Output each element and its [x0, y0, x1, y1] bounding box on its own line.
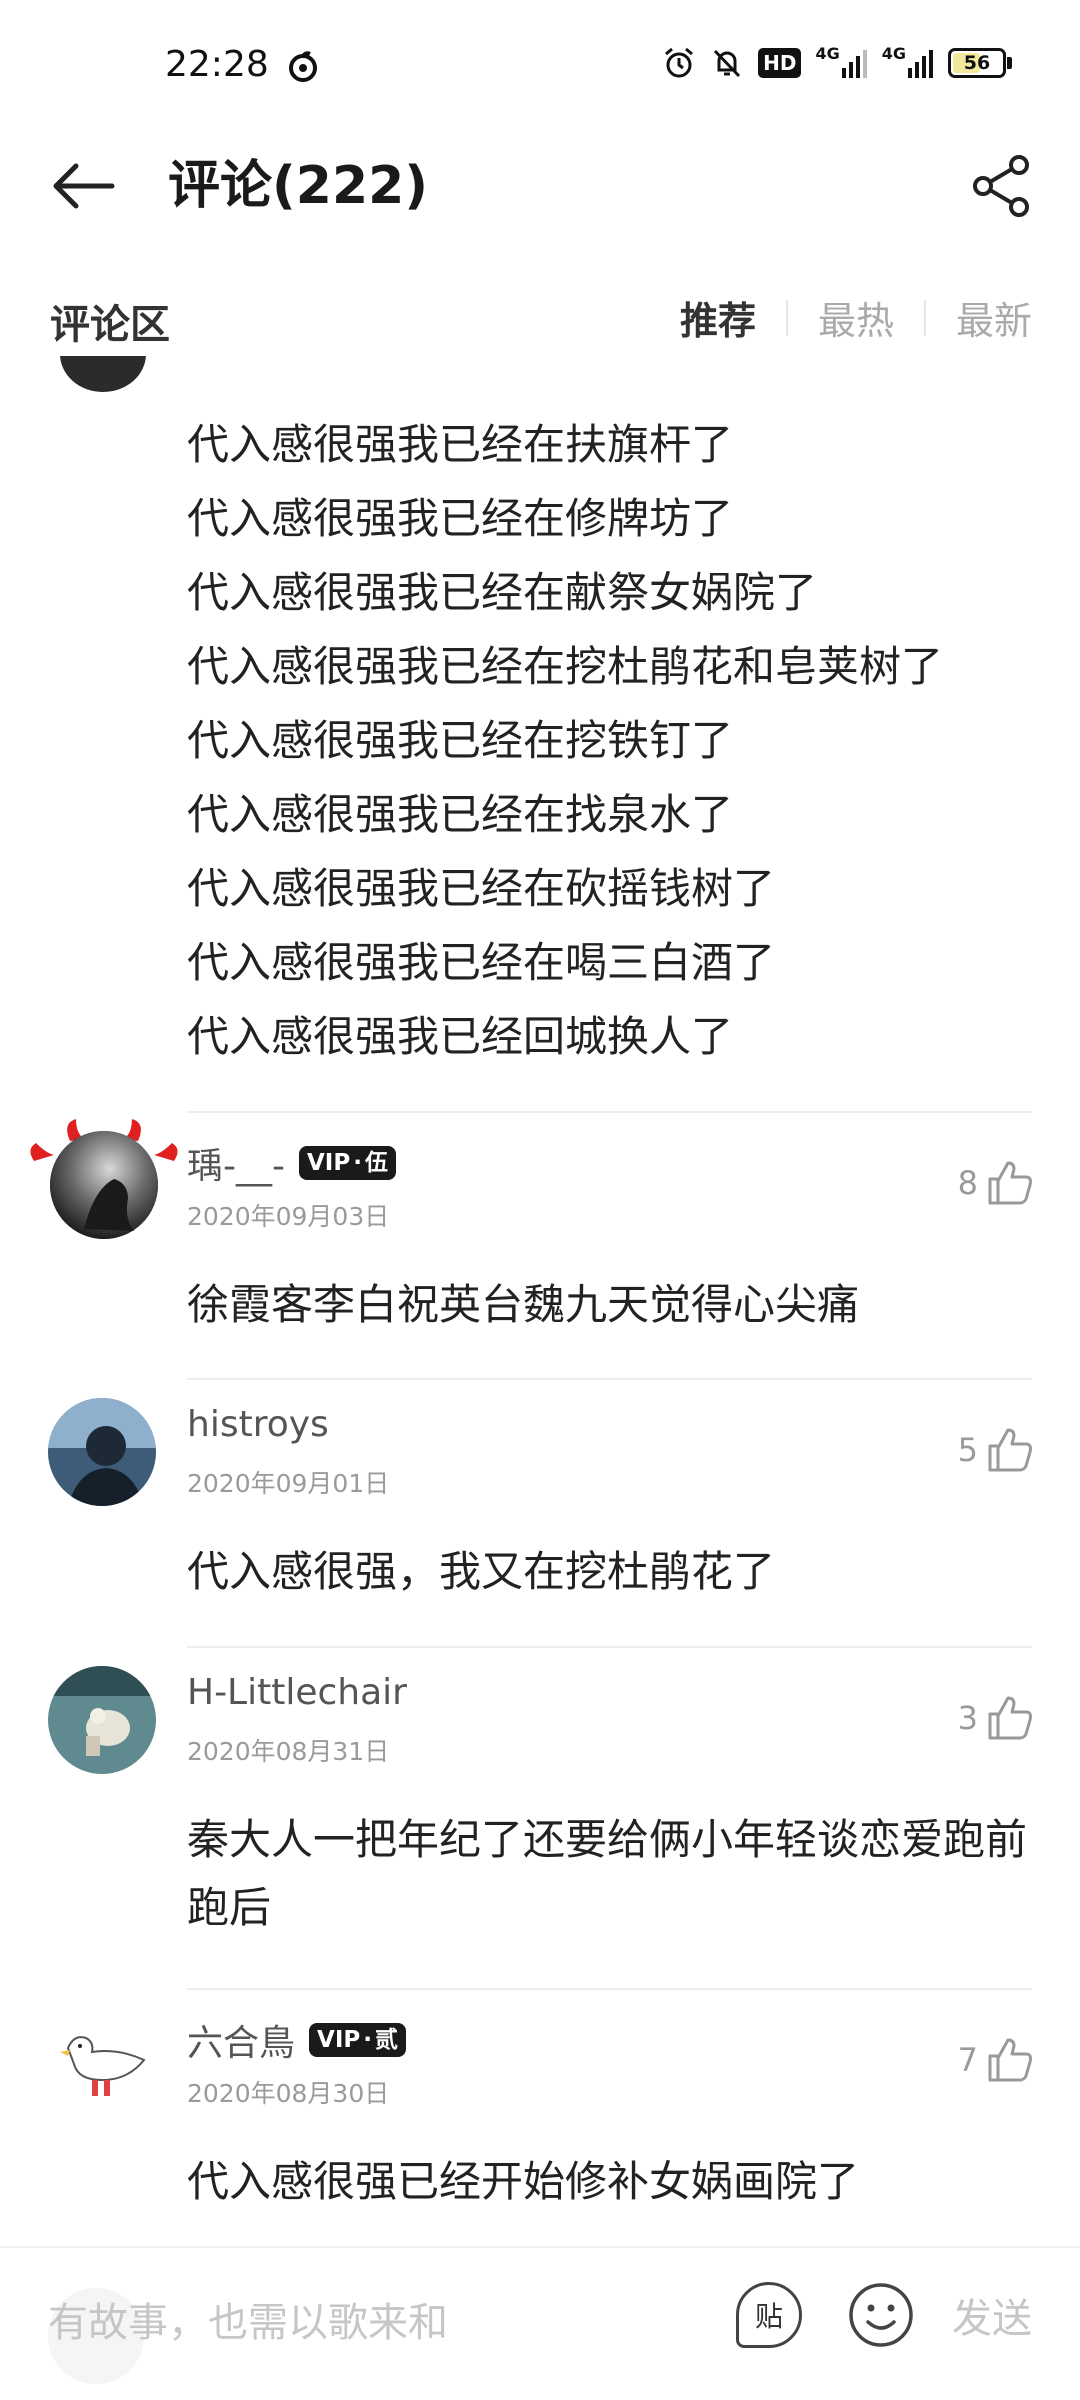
thumbs-up-icon: [988, 1428, 1032, 1472]
devil-avatar-frame-icon: [30, 1119, 178, 1239]
tab-newest[interactable]: 最新: [956, 290, 1032, 345]
tab-hottest[interactable]: 最热: [818, 290, 894, 345]
divider: [187, 1111, 1032, 1113]
back-button[interactable]: [48, 150, 120, 222]
comment-line: 代入感很强我已经在修牌坊了: [187, 494, 734, 543]
section-title: 评论区: [50, 302, 170, 348]
comment-list[interactable]: 代入感很强我已经在扶旗杆了 代入感很强我已经在修牌坊了 代入感很强我已经在献祭女…: [0, 356, 1080, 2246]
comment-line: 代入感很强我已经在扶旗杆了: [187, 420, 734, 469]
tab-divider: [923, 299, 926, 336]
like-button[interactable]: 8: [958, 1159, 1034, 1207]
divider: [187, 1988, 1032, 1990]
comment-text: 代入感很强，我又在挖杜鹃花了: [187, 1547, 776, 1596]
battery: 56: [948, 46, 1012, 80]
like-count: 3: [957, 1699, 978, 1737]
comment-date: 2020年09月03日: [187, 1202, 390, 1231]
share-button[interactable]: [962, 146, 1042, 226]
username[interactable]: 瑀-__-: [187, 1137, 285, 1189]
tab-divider: [785, 299, 788, 336]
comment-text: 秦大人一把年纪了还要给俩小年轻谈恋爱跑前跑后: [187, 1815, 1028, 1932]
sticker-button[interactable]: 贴: [736, 2282, 802, 2348]
user-photo-avatar: [48, 1398, 156, 1506]
vip-badge: VIP · 贰: [309, 2023, 406, 2057]
battery-icon: 56: [948, 48, 1006, 78]
comment-user: H-Littlechair: [187, 1672, 407, 1713]
thumbs-up-icon: [988, 2038, 1032, 2082]
comment-line: 代入感很强我已经在砍摇钱树了: [187, 864, 776, 913]
comment-line: 代入感很强我已经回城换人了: [187, 1012, 734, 1061]
comment-text: 徐霞客李白祝英台魏九天觉得心尖痛: [187, 1280, 860, 1329]
avatar[interactable]: [30, 1119, 178, 1239]
status-bar: 22:28 HD 4G 4G 56: [0, 0, 1080, 130]
divider: [187, 1646, 1032, 1648]
like-count: 5: [957, 1431, 978, 1469]
comment-line: 代入感很强我已经在挖铁钉了: [187, 716, 734, 765]
comment-section-bar: 评论区 推荐 最热 最新: [0, 280, 1080, 356]
comment-item: 六合鳥 VIP · 贰 2020年08月30日 7 代入感很强已经开始修补女娲画院了: [0, 2008, 1080, 2243]
like-button[interactable]: 5: [958, 1426, 1034, 1474]
avatar[interactable]: [48, 1398, 156, 1506]
avatar[interactable]: [48, 2008, 156, 2116]
like-button[interactable]: 7: [958, 2036, 1034, 2084]
send-button[interactable]: 发送: [952, 2286, 1032, 2344]
comment-date: 2020年08月31日: [187, 1737, 390, 1766]
comment-line: 代入感很强我已经在挖杜鹃花和皂荚树了: [187, 642, 944, 691]
signal-2: 4G: [882, 46, 934, 80]
sticker-label: 贴: [754, 2300, 783, 2333]
vip-badge: VIP · 伍: [298, 1146, 396, 1180]
comment-item: H-Littlechair 2020年08月31日 3 秦大人一把年纪了还要给俩…: [0, 1666, 1080, 1986]
hd-voice-badge: HD: [758, 48, 802, 78]
comment-item: histroys 2020年09月01日 5 代入感很强，我又在挖杜鹃花了: [0, 1398, 1080, 1633]
status-icons: HD 4G 4G 56: [662, 46, 1012, 80]
share-icon: [973, 155, 1029, 217]
tab-recommended[interactable]: 推荐: [680, 290, 756, 345]
avatar[interactable]: [48, 1666, 156, 1774]
username[interactable]: histroys: [187, 1404, 329, 1445]
duck-avatar-icon: [48, 2008, 156, 2116]
like-count: 8: [957, 1164, 978, 1202]
app-header: 评论(222): [0, 130, 1080, 240]
comment-user: histroys: [187, 1404, 329, 1445]
like-count: 7: [957, 2041, 978, 2079]
comment-date: 2020年09月01日: [187, 1469, 390, 1498]
avatar[interactable]: [60, 356, 146, 392]
comment-user: 六合鳥 VIP · 贰: [187, 2014, 406, 2066]
signal-bars-icon: [841, 50, 867, 78]
sort-tabs: 推荐 最热 最新: [680, 290, 1032, 345]
page-title: 评论(222): [168, 156, 429, 216]
thumbs-up-icon: [988, 1161, 1032, 1205]
username[interactable]: H-Littlechair: [187, 1672, 407, 1713]
comment-line: 代入感很强我已经在喝三白酒了: [187, 938, 776, 987]
battery-tip: [1007, 57, 1012, 69]
mute-bell-icon: [714, 49, 741, 78]
comment-line: 代入感很强我已经在献祭女娲院了: [187, 568, 818, 617]
comment-date: 2020年08月30日: [187, 2079, 390, 2108]
comment-text: 代入感很强已经开始修补女娲画院了: [187, 2157, 860, 2206]
alarm-icon: [665, 47, 694, 78]
divider: [187, 1378, 1032, 1380]
user-photo-avatar: [48, 1666, 156, 1774]
netease-music-icon: [289, 51, 317, 82]
like-button[interactable]: 3: [958, 1694, 1034, 1742]
username[interactable]: 六合鳥: [187, 2014, 295, 2066]
thumbs-up-icon: [988, 1696, 1032, 1740]
signal-1: 4G: [815, 46, 867, 80]
signal-bars-icon: [908, 50, 933, 78]
comment-text: 代入感很强我已经在扶旗杆了 代入感很强我已经在修牌坊了 代入感很强我已经在献祭女…: [187, 408, 1047, 1074]
comment-input-bar: 贴 发送: [0, 2246, 1080, 2400]
status-time: 22:28: [165, 44, 269, 85]
emoji-button[interactable]: [846, 2280, 916, 2350]
comment-line: 代入感很强我已经在找泉水了: [187, 790, 734, 839]
back-arrow-icon: [53, 163, 115, 209]
comment-user: 瑀-__- VIP · 伍: [187, 1137, 396, 1189]
comment-input[interactable]: [48, 2288, 688, 2358]
comment-item: 瑀-__- VIP · 伍 2020年09月03日 8 徐霞客李白祝英台魏九天觉得心…: [0, 1119, 1080, 1366]
